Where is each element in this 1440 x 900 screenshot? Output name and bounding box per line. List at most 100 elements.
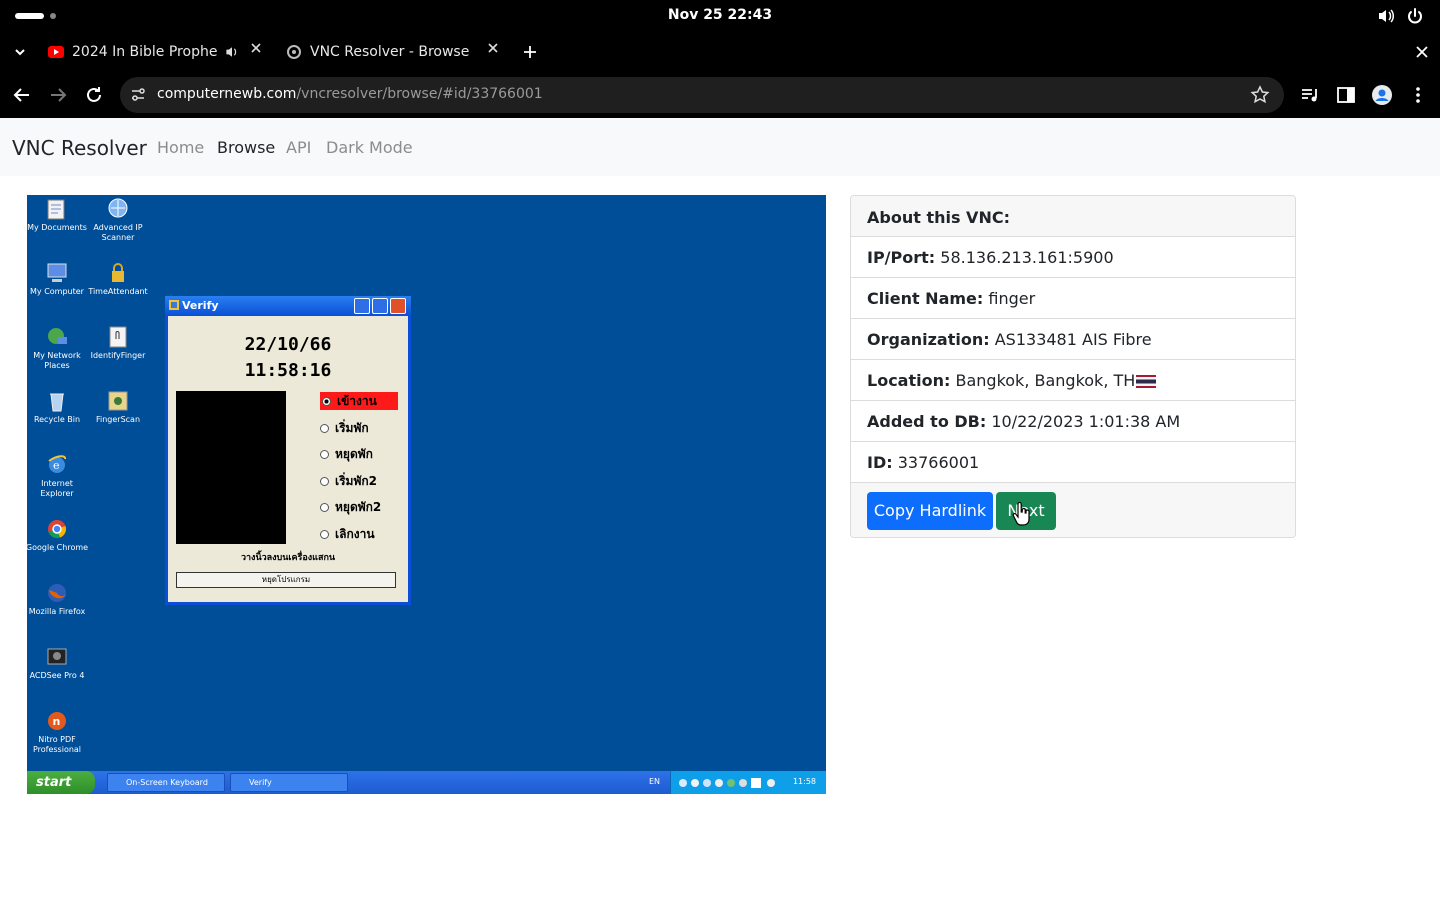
- recycle-bin-icon: [50, 393, 64, 412]
- desktop-icon-my-computer: My Computer: [27, 261, 89, 297]
- desktop-icon-my-network-places: My Network Places: [27, 325, 89, 371]
- network-scan-icon: [108, 198, 128, 218]
- info-row-added-to-db: Added to DB: 10/22/2023 1:01:38 AM: [851, 401, 1295, 442]
- hand-cursor-icon: [1012, 502, 1030, 526]
- ie-icon: e: [48, 455, 67, 473]
- radio-option: หยุดพัก2: [320, 498, 381, 516]
- desktop-icon-recycle-bin: Recycle Bin: [27, 389, 89, 425]
- address-bar[interactable]: computernewb.com/vncresolver/browse/#id/…: [120, 77, 1284, 113]
- os-clock[interactable]: Nov 25 22:43: [0, 7, 1440, 23]
- exit-program-button: หยุดโปรแกรม: [176, 572, 396, 588]
- verify-time: 11:58:16: [244, 360, 332, 381]
- tab-search-chevron-icon[interactable]: [10, 42, 30, 62]
- nav-dark-mode[interactable]: Dark Mode: [326, 138, 413, 157]
- desktop-icon-mozilla-firefox: Mozilla Firefox: [27, 581, 89, 617]
- system-tray: 11:58: [670, 771, 826, 794]
- url-host: computernewb.com: [157, 86, 297, 102]
- info-row-location: Location: Bangkok, Bangkok, TH: [851, 360, 1295, 401]
- computer-icon: [47, 263, 67, 282]
- desktop-icon-advanced-ip-scanner: Advanced IP Scanner: [86, 197, 150, 243]
- info-row-ip-port: IP/Port: 58.136.213.161:5900: [851, 237, 1295, 278]
- radio-option: เลิกงาน: [320, 525, 375, 543]
- firefox-icon: [48, 584, 66, 602]
- vnc-screenshot: My Documents Advanced IP Scanner My Comp…: [27, 195, 826, 794]
- thailand-flag-icon: [1136, 375, 1157, 388]
- tray-clock: 11:58: [792, 777, 816, 786]
- close-icon: [390, 298, 406, 314]
- desktop-icon-google-chrome: Google Chrome: [27, 517, 89, 553]
- tab-label: 2024 In Bible Prophec: [72, 44, 218, 60]
- os-top-bar: Nov 25 22:43: [0, 0, 1440, 32]
- desktop-icon-identifyfinger: IdentifyFinger: [86, 325, 150, 361]
- nav-home[interactable]: Home: [157, 138, 204, 157]
- site-brand[interactable]: VNC Resolver: [12, 136, 147, 160]
- tab-youtube[interactable]: 2024 In Bible Prophec: [48, 36, 268, 68]
- taskbar-item: On-Screen Keyboard: [107, 773, 225, 792]
- volume-icon[interactable]: [1376, 6, 1396, 26]
- info-row-client-name: Client Name: finger: [851, 278, 1295, 319]
- copy-hardlink-button[interactable]: Copy Hardlink: [867, 492, 993, 530]
- lock-icon: [112, 263, 124, 282]
- verify-window-titlebar: Verify: [165, 296, 411, 316]
- tab-audio-icon[interactable]: [224, 44, 240, 60]
- url-path: /vncresolver/browse/#id/33766001: [296, 86, 543, 102]
- new-tab-plus-icon[interactable]: [520, 42, 540, 62]
- verify-window-title: Verify: [182, 299, 219, 312]
- radio-option: หยุดพัก: [320, 445, 373, 463]
- info-row-organization: Organization: AS133481 AIS Fibre: [851, 319, 1295, 360]
- nav-api[interactable]: API: [286, 138, 311, 157]
- verify-date: 22/10/66: [244, 334, 332, 355]
- finger-icon: [109, 326, 127, 348]
- network-places-icon: [48, 328, 67, 344]
- desktop-icon-timeattendant: TimeAttendant: [86, 261, 150, 297]
- info-row-id: ID: 33766001: [851, 442, 1295, 483]
- radio-option: เริ่มพัก2: [320, 472, 377, 490]
- back-arrow-icon[interactable]: [11, 84, 33, 106]
- language-indicator: EN: [649, 777, 661, 786]
- vnc-info-card: About this VNC: IP/Port: 58.136.213.161:…: [850, 195, 1296, 538]
- youtube-icon: [48, 46, 64, 58]
- taskbar-item: Verify: [230, 773, 348, 792]
- tab-vnc-resolver[interactable]: VNC Resolver - Browse: [286, 36, 486, 68]
- desktop-icon-acdsee: ACDSee Pro 4: [27, 645, 89, 681]
- folder-documents-icon: [47, 199, 65, 220]
- radio-option: เข้างาน: [320, 392, 398, 410]
- bookmark-star-icon[interactable]: [1250, 85, 1270, 105]
- verify-window: Verify 22/10/66 11:58:16 เข้างาน เริ่มพั…: [165, 296, 411, 605]
- browser-toolbar: computernewb.com/vncresolver/browse/#id/…: [0, 72, 1440, 118]
- desktop-icon-internet-explorer: e Internet Explorer: [27, 453, 89, 499]
- chrome-icon: [48, 520, 67, 539]
- xp-taskbar: start On-Screen Keyboard Verify EN 11:58: [27, 771, 826, 794]
- site-settings-icon[interactable]: [129, 86, 147, 104]
- start-button: start: [27, 771, 95, 794]
- desktop-icon-fingerscan: FingerScan: [86, 389, 150, 425]
- profile-avatar-icon[interactable]: [1371, 84, 1393, 106]
- reload-icon[interactable]: [83, 84, 105, 106]
- kebab-menu-icon[interactable]: [1407, 84, 1429, 106]
- card-header: About this VNC:: [851, 196, 1295, 237]
- acdsee-icon: [47, 648, 67, 665]
- svg-text:e: e: [53, 459, 60, 472]
- minimize-icon: [354, 298, 370, 314]
- svg-text:n: n: [53, 715, 61, 728]
- desktop-icon-nitro-pdf: n Nitro PDF Professional: [27, 709, 89, 755]
- side-panel-icon[interactable]: [1335, 84, 1357, 106]
- tab-strip: 2024 In Bible Prophec VNC Resolver - Bro…: [0, 32, 1440, 72]
- tray-icons: [679, 778, 775, 788]
- media-controls-icon[interactable]: [1299, 84, 1321, 106]
- tab-close-icon[interactable]: [486, 41, 500, 55]
- maximize-icon: [372, 298, 388, 314]
- window-app-icon: [169, 300, 179, 310]
- tab-close-icon[interactable]: [249, 41, 263, 55]
- tab-label: VNC Resolver - Browse: [310, 44, 470, 60]
- nitro-icon: n: [48, 712, 66, 730]
- radio-option: เริ่มพัก: [320, 419, 369, 437]
- scanner-hint: วางนิ้วลงบนเครื่องแสกน: [240, 553, 336, 563]
- nav-browse[interactable]: Browse: [217, 138, 275, 157]
- card-footer: Copy Hardlink Next: [851, 483, 1295, 537]
- site-navbar: VNC Resolver Home Browse API Dark Mode: [0, 118, 1440, 176]
- window-close-icon[interactable]: [1412, 42, 1432, 62]
- power-icon[interactable]: [1405, 6, 1425, 26]
- forward-arrow-icon[interactable]: [47, 84, 69, 106]
- desktop-icon-my-documents: My Documents: [27, 197, 89, 233]
